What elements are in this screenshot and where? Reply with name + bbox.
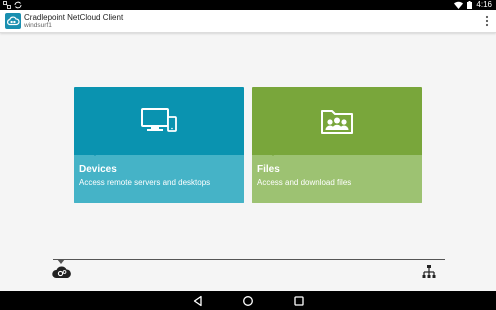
devices-card-notch bbox=[90, 151, 100, 156]
sync-icon bbox=[14, 1, 22, 9]
app-title: Cradlepoint NetCloud Client bbox=[24, 13, 124, 22]
devices-card-title: Devices bbox=[79, 164, 117, 175]
wifi-icon bbox=[454, 1, 464, 9]
navigation-bar bbox=[0, 291, 496, 310]
status-time: 4:16 bbox=[476, 0, 492, 9]
files-card-notch bbox=[268, 151, 278, 156]
network-icon bbox=[3, 1, 11, 9]
devices-card-description: Access remote servers and desktops bbox=[79, 178, 211, 187]
more-vert-icon[interactable] bbox=[482, 14, 492, 28]
recents-icon[interactable] bbox=[293, 295, 305, 307]
files-card-description: Access and download files bbox=[257, 178, 352, 187]
devices-card[interactable]: Devices Access remote servers and deskto… bbox=[74, 87, 244, 203]
shared-folder-icon bbox=[321, 110, 353, 134]
back-icon[interactable] bbox=[192, 295, 204, 307]
home-icon[interactable] bbox=[242, 295, 254, 307]
app-subtitle: windsurf1 bbox=[24, 22, 52, 29]
cloud-gear-icon[interactable] bbox=[51, 263, 73, 281]
status-bar: 4:16 bbox=[0, 0, 496, 10]
battery-icon bbox=[467, 1, 473, 9]
files-card-title: Files bbox=[257, 164, 280, 175]
toolbar-divider bbox=[53, 259, 445, 260]
monitor-phone-icon bbox=[141, 108, 177, 132]
app-bar: Cradlepoint NetCloud Client windsurf1 bbox=[0, 10, 496, 33]
network-tree-icon[interactable] bbox=[421, 264, 437, 280]
files-card[interactable]: Files Access and download files bbox=[252, 87, 422, 203]
cloud-link-icon bbox=[5, 13, 21, 29]
